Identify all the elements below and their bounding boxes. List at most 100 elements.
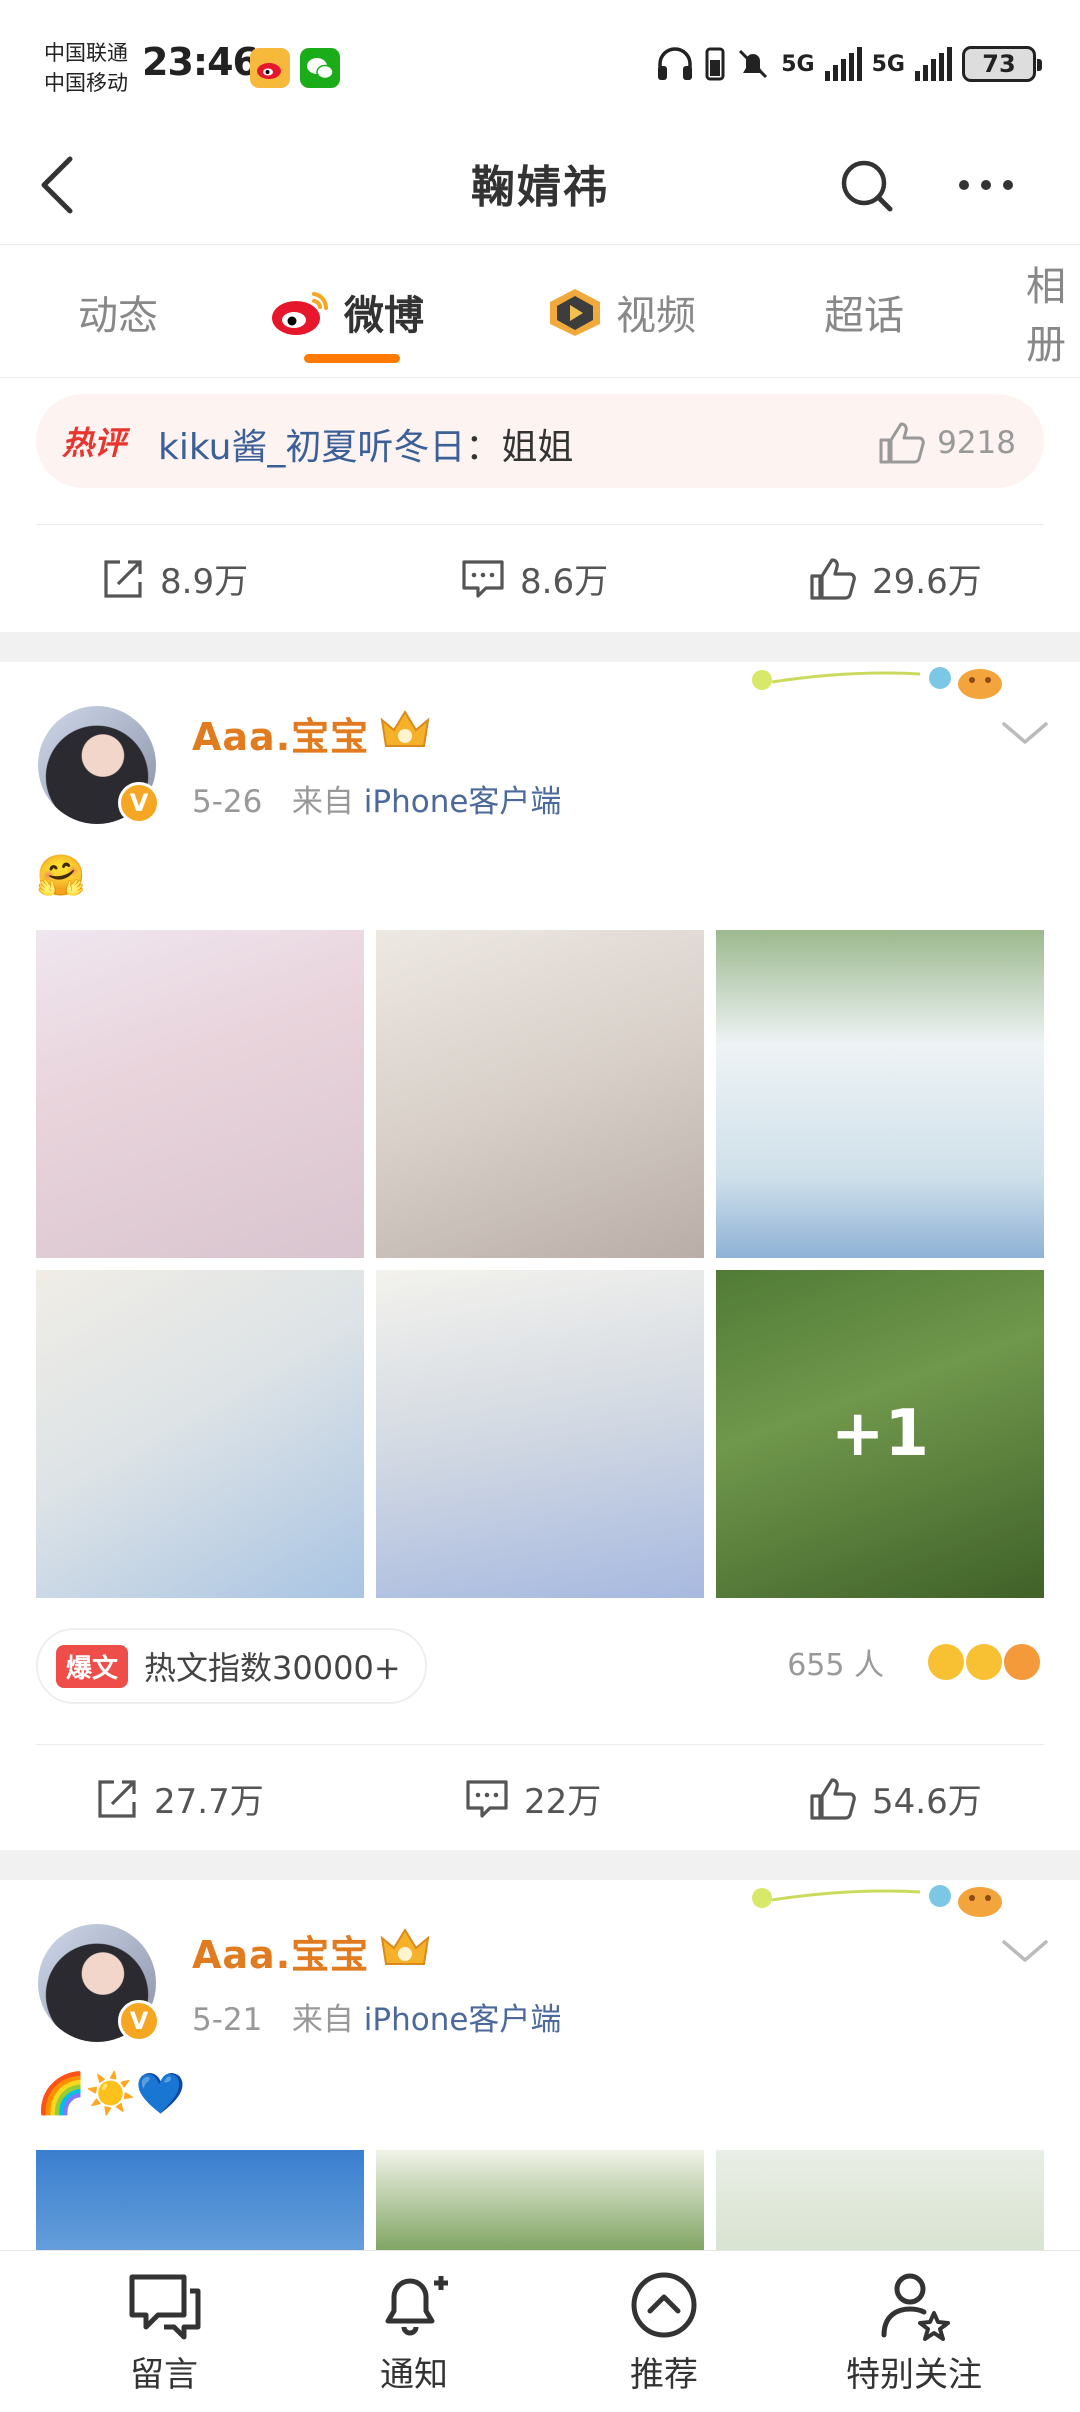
- search-icon: [841, 160, 893, 212]
- reactions-summary[interactable]: 655 人: [787, 1640, 1042, 1684]
- like-button[interactable]: 54.6万: [808, 1774, 982, 1823]
- tab-dynamics[interactable]: 动态: [78, 282, 158, 342]
- share-icon: [98, 1779, 136, 1818]
- verified-label: V: [129, 2007, 149, 2035]
- repost-count: 27.7万: [154, 1782, 264, 1822]
- post-options-button[interactable]: [1000, 1936, 1050, 1966]
- carrier-info: 中国联通 中国移动: [44, 38, 128, 98]
- post-image[interactable]: [376, 930, 704, 1258]
- post-image-more[interactable]: +1: [716, 1270, 1044, 1598]
- section-gap: [0, 632, 1080, 662]
- verified-badge: V: [118, 782, 160, 824]
- hot-index-text: 热文指数30000+: [144, 1649, 401, 1687]
- post-source-prefix: 来自: [291, 2002, 354, 2038]
- network-type-1: 5G: [781, 51, 815, 77]
- sleeping-cat-decoration-icon: [752, 1885, 1002, 1917]
- hot-comment[interactable]: 热评 kiku酱_初夏听冬日：姐姐 9218: [36, 394, 1044, 488]
- post-image[interactable]: [36, 1270, 364, 1598]
- comment-count: 8.6万: [520, 562, 609, 602]
- post-actions: 27.7万 22万 54.6万: [0, 1748, 1080, 1848]
- tab-album[interactable]: 相册: [1026, 264, 1080, 368]
- burst-badge: 爆文: [56, 1644, 129, 1688]
- member-crown-icon: [378, 1924, 432, 1968]
- chevron-down-icon: [1002, 722, 1048, 744]
- thumbs-up-icon: [810, 557, 856, 600]
- like-button[interactable]: 29.6万: [808, 554, 982, 603]
- more-images-count: +1: [716, 1270, 1044, 1598]
- carrier-1: 中国联通: [44, 41, 128, 65]
- thumbs-up-icon: [810, 1777, 856, 1820]
- verified-label: V: [129, 789, 149, 817]
- chevron-down-icon: [1002, 1940, 1048, 1962]
- carrier-2: 中国移动: [44, 71, 128, 95]
- post-source-prefix: 来自: [291, 784, 354, 820]
- status-time: 23:46: [142, 40, 259, 84]
- repost-button[interactable]: 8.9万: [100, 554, 248, 603]
- post-text: 🤗: [36, 853, 86, 899]
- profile-tabs: 动态 微博 视频 超话 相册: [0, 246, 1080, 378]
- bottom-nav-label: 特别关注: [846, 2355, 982, 2395]
- comment-button[interactable]: 22万: [464, 1774, 601, 1823]
- post-options-button[interactable]: [1000, 718, 1050, 748]
- chevron-up-circle-icon: [631, 2272, 697, 2338]
- bottom-nav-special-follow[interactable]: 特别关注: [814, 2269, 1014, 2396]
- hot-comment-user[interactable]: kiku酱_初夏听冬日: [158, 427, 465, 468]
- post-date: 5-21: [192, 2002, 263, 2038]
- laughing-emoji-icon: [964, 1642, 1004, 1682]
- bottom-nav-message[interactable]: 留言: [64, 2269, 264, 2396]
- tab-label: 相册: [1026, 264, 1066, 368]
- divider: [36, 524, 1044, 525]
- hot-comment-content: ：姐姐: [465, 427, 574, 468]
- more-button[interactable]: [956, 155, 1016, 215]
- headphones-icon: [658, 47, 693, 80]
- video-badge-icon: [550, 289, 600, 336]
- signal-2-icon: [915, 47, 952, 81]
- tab-super-topic[interactable]: 超话: [824, 282, 904, 342]
- post-source[interactable]: iPhone客户端: [364, 2002, 562, 2038]
- page-title: 鞠婧祎: [471, 162, 609, 213]
- hot-comment-badge: 热评: [62, 424, 127, 462]
- battery-icon: 73: [962, 46, 1042, 82]
- reaction-count: 655 人: [787, 1648, 884, 1683]
- post-image[interactable]: [716, 930, 1044, 1258]
- share-icon: [104, 559, 142, 598]
- card-decoration: [750, 1880, 1010, 1920]
- bell-plus-icon: [385, 2276, 448, 2336]
- bottom-nav-label: 通知: [380, 2355, 448, 2395]
- post-username[interactable]: Aaa.宝宝: [192, 1924, 369, 1979]
- hot-index-pill[interactable]: 爆文 热文指数30000+: [36, 1628, 427, 1704]
- signal-1-icon: [824, 47, 862, 81]
- bottom-nav-notify[interactable]: 通知: [314, 2269, 514, 2396]
- hot-comment-like-count: 9218: [937, 425, 1016, 461]
- post-actions: 8.9万 8.6万 29.6万: [0, 528, 1080, 628]
- repost-button[interactable]: 27.7万: [94, 1774, 264, 1823]
- hot-comment-text: kiku酱_初夏听冬日：姐姐: [158, 418, 573, 470]
- hot-comment-like[interactable]: 9218: [877, 420, 1016, 466]
- like-count: 54.6万: [872, 1782, 982, 1822]
- more-dots-icon: [959, 180, 1013, 190]
- network-type-2: 5G: [871, 51, 905, 77]
- tab-label: 超话: [824, 293, 904, 339]
- tab-weibo[interactable]: 微博: [270, 282, 424, 342]
- post-image[interactable]: [36, 930, 364, 1258]
- comment-button[interactable]: 8.6万: [460, 554, 608, 603]
- comment-icon: [462, 559, 504, 598]
- post-username[interactable]: Aaa.宝宝: [192, 706, 369, 761]
- comment-count: 22万: [524, 1782, 602, 1822]
- verified-badge: V: [118, 2000, 160, 2042]
- tab-video[interactable]: 视频: [546, 282, 696, 342]
- bottom-nav-recommend[interactable]: 推荐: [564, 2269, 764, 2396]
- mute-bell-icon: [739, 49, 768, 79]
- search-button[interactable]: [836, 155, 896, 215]
- bottom-nav-label: 留言: [130, 2355, 198, 2395]
- phone-battery-icon: [705, 47, 725, 81]
- post-source[interactable]: iPhone客户端: [364, 784, 562, 820]
- battery-level: 73: [982, 50, 1016, 78]
- like-count: 29.6万: [872, 562, 982, 602]
- comment-icon: [466, 1779, 508, 1818]
- sleeping-cat-decoration-icon: [752, 667, 1002, 699]
- post-image[interactable]: [376, 1270, 704, 1598]
- user-star-icon: [881, 2273, 950, 2341]
- thumbs-up-icon: [879, 422, 925, 464]
- card-decoration: [750, 662, 1010, 702]
